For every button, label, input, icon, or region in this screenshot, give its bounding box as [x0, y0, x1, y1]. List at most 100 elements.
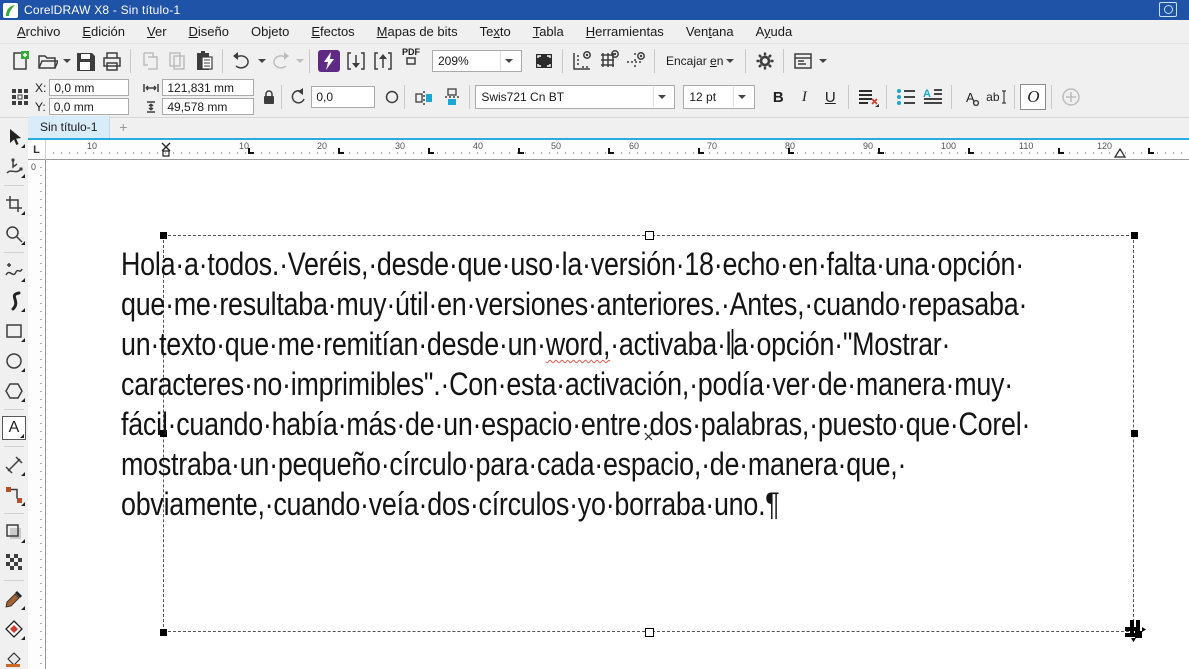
- opentype-button[interactable]: O: [1020, 84, 1046, 110]
- rectangle-tool[interactable]: [2, 319, 26, 343]
- options-button[interactable]: [751, 47, 778, 74]
- color-eyedropper-tool[interactable]: [2, 587, 26, 611]
- drop-shadow-tool[interactable]: [2, 520, 26, 544]
- ruler-tab-stop[interactable]: [608, 148, 614, 154]
- window-launcher-button[interactable]: [789, 47, 816, 74]
- ruler-origin-button[interactable]: L: [28, 140, 46, 160]
- document-tab[interactable]: Sin título-1: [28, 116, 110, 138]
- menu-ventana[interactable]: Ventana: [675, 21, 745, 42]
- mirror-vertical-icon[interactable]: [437, 84, 464, 111]
- new-tab-button[interactable]: +: [110, 116, 136, 138]
- zoom-tool[interactable]: [2, 222, 26, 246]
- search-content-button[interactable]: [315, 47, 342, 74]
- ruler-tab-stop[interactable]: [878, 148, 884, 154]
- interactive-fill-tool[interactable]: [2, 617, 26, 641]
- ruler-tab-stop[interactable]: [428, 148, 434, 154]
- handle-top-right[interactable]: [1131, 232, 1138, 239]
- ruler-tab-stop[interactable]: [248, 148, 254, 154]
- handle-top-left[interactable]: [160, 232, 167, 239]
- paragraph-text[interactable]: Hola·a·todos.·Veréis,·desde·que·uso·la·v…: [121, 244, 1189, 524]
- save-button[interactable]: [71, 47, 98, 74]
- zoom-level-combo[interactable]: 209%: [432, 50, 522, 72]
- print-button[interactable]: [98, 47, 125, 74]
- italic-button[interactable]: I: [791, 84, 817, 110]
- bullet-list-button[interactable]: [892, 84, 919, 111]
- drop-cap-button[interactable]: A: [919, 84, 946, 111]
- ellipse-tool[interactable]: [2, 349, 26, 373]
- horizontal-ruler[interactable]: 10102030405060708090100110120: [46, 140, 1189, 160]
- pdf-button[interactable]: PDF: [396, 48, 426, 74]
- export-button[interactable]: [369, 47, 396, 74]
- freehand-tool[interactable]: [2, 259, 26, 283]
- right-indent-marker[interactable]: [1114, 148, 1126, 158]
- bold-button[interactable]: B: [765, 84, 791, 110]
- connector-tool[interactable]: [2, 483, 26, 507]
- launcher-dropdown-caret[interactable]: [819, 59, 827, 63]
- lock-ratio-icon[interactable]: [262, 89, 276, 105]
- new-document-button[interactable]: [6, 47, 33, 74]
- toggle-grid-button[interactable]: [595, 47, 622, 74]
- undo-dropdown-caret[interactable]: [258, 59, 266, 63]
- menu-objeto[interactable]: Objeto: [240, 21, 300, 42]
- mirror-horizontal-icon[interactable]: [410, 84, 437, 111]
- toggle-rulers-button[interactable]: [568, 47, 595, 74]
- ruler-origin-marker[interactable]: [160, 142, 172, 158]
- ruler-tab-stop[interactable]: [788, 148, 794, 154]
- font-family-combo[interactable]: Swis721 Cn BT: [475, 85, 675, 109]
- frame-resize-handle[interactable]: [1122, 618, 1148, 642]
- drawing-canvas[interactable]: Hola·a·todos.·Veréis,·desde·que·uso·la·v…: [46, 160, 1189, 669]
- handle-top-center[interactable]: [645, 231, 654, 240]
- ruler-tab-stop[interactable]: [1058, 148, 1064, 154]
- polygon-tool[interactable]: [2, 379, 26, 403]
- menu-ayuda[interactable]: Ayuda: [745, 21, 804, 42]
- undo-button[interactable]: [228, 47, 255, 74]
- smart-fill-tool[interactable]: [2, 647, 26, 669]
- handle-bottom-center[interactable]: [645, 628, 654, 637]
- menu-efectos[interactable]: Efectos: [300, 21, 365, 42]
- zoom-level-value: 209%: [438, 54, 469, 68]
- import-button[interactable]: [342, 47, 369, 74]
- character-formatting-button[interactable]: A: [957, 84, 983, 110]
- object-width-field[interactable]: 121,831 mm: [162, 79, 254, 96]
- y-position-field[interactable]: 0,0 mm: [49, 98, 129, 115]
- menu-tabla[interactable]: Tabla: [522, 21, 575, 42]
- toggle-guidelines-button[interactable]: [622, 47, 649, 74]
- menu-archivo[interactable]: Archivo: [6, 21, 71, 42]
- open-button[interactable]: [33, 47, 60, 74]
- titlebar-account-icon[interactable]: [1159, 2, 1177, 17]
- menu-herramientas[interactable]: Herramientas: [575, 21, 675, 42]
- object-height-field[interactable]: 49,578 mm: [162, 98, 254, 115]
- ruler-tab-stop[interactable]: [518, 148, 524, 154]
- ruler-tab-stop[interactable]: [1148, 148, 1154, 154]
- transparency-tool[interactable]: [2, 550, 26, 574]
- shape-tool[interactable]: [2, 155, 26, 179]
- crop-tool[interactable]: [2, 192, 26, 216]
- open-dropdown-caret[interactable]: [63, 59, 71, 63]
- text-alignment-button[interactable]: [854, 84, 881, 111]
- zoom-combo-caret[interactable]: [500, 51, 516, 71]
- fullscreen-preview-button[interactable]: [530, 47, 557, 74]
- edit-text-button[interactable]: ab: [983, 84, 1009, 110]
- menu-diseño[interactable]: Diseño: [178, 21, 240, 42]
- parallel-dimension-tool[interactable]: [2, 453, 26, 477]
- font-combo-caret[interactable]: [653, 87, 669, 107]
- paste-button[interactable]: [190, 47, 217, 74]
- rotation-angle-field[interactable]: 0,0: [311, 86, 375, 108]
- ruler-tab-stop[interactable]: [698, 148, 704, 154]
- ruler-tab-stop[interactable]: [338, 148, 344, 154]
- handle-bottom-left[interactable]: [160, 629, 167, 636]
- vertical-ruler[interactable]: 0: [28, 160, 46, 669]
- text-tool[interactable]: A: [2, 416, 26, 440]
- menu-mapas-de-bits[interactable]: Mapas de bits: [366, 21, 469, 42]
- artistic-media-tool[interactable]: [2, 289, 26, 313]
- ruler-tab-stop[interactable]: [968, 148, 974, 154]
- menu-ver[interactable]: Ver: [136, 21, 178, 42]
- snap-to-dropdown[interactable]: Encajar en: [660, 48, 740, 74]
- pick-tool[interactable]: [2, 125, 26, 149]
- underline-button[interactable]: U: [817, 84, 843, 110]
- size-combo-caret[interactable]: [733, 87, 749, 107]
- menu-texto[interactable]: Texto: [469, 21, 522, 42]
- font-size-combo[interactable]: 12 pt: [683, 85, 755, 109]
- menu-edición[interactable]: Edición: [71, 21, 136, 42]
- x-position-field[interactable]: 0,0 mm: [49, 79, 129, 96]
